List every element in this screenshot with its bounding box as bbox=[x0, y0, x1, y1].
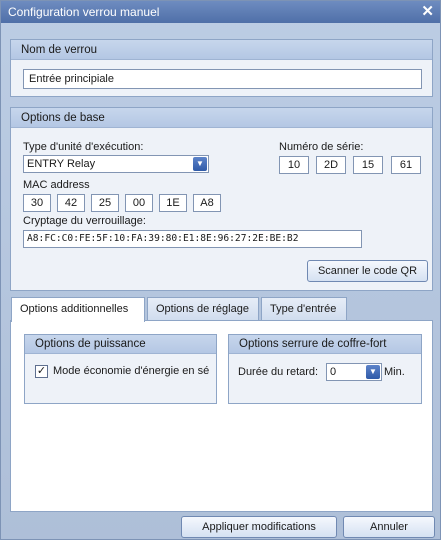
chevron-down-icon[interactable]: ▼ bbox=[193, 157, 207, 171]
eco-mode-label: Mode économie d'énergie en sé bbox=[53, 365, 210, 377]
serial-label: Numéro de série: bbox=[279, 141, 364, 153]
scan-qr-button[interactable]: Scanner le code QR bbox=[307, 260, 428, 282]
power-options-header: Options de puissance bbox=[25, 335, 216, 354]
crypto-label: Cryptage du verrouillage: bbox=[23, 215, 146, 227]
mac-label: MAC address bbox=[23, 179, 90, 191]
tab-entry-type[interactable]: Type d'entrée bbox=[261, 297, 347, 321]
delay-value: 0 bbox=[330, 366, 337, 378]
tab-content: Options de puissance ✓ Mode économie d'é… bbox=[10, 320, 433, 512]
base-options-panel: Options de base Type d'unité d'exécution… bbox=[10, 107, 433, 291]
lock-name-header: Nom de verrou bbox=[11, 40, 432, 60]
chevron-down-icon[interactable]: ▼ bbox=[366, 365, 380, 379]
tab-tuning-options[interactable]: Options de réglage bbox=[147, 297, 259, 321]
delay-label: Durée du retard: bbox=[238, 366, 319, 378]
unit-type-label: Type d'unité d'exécution: bbox=[23, 141, 144, 153]
eco-mode-checkbox[interactable]: ✓ bbox=[35, 365, 48, 378]
serial-field-1[interactable]: 10 bbox=[279, 156, 309, 174]
mac-field-5[interactable]: 1E bbox=[159, 194, 187, 212]
mac-field-3[interactable]: 25 bbox=[91, 194, 119, 212]
window-title: Configuration verrou manuel bbox=[8, 5, 160, 19]
unit-type-select[interactable]: ENTRY Relay ▼ bbox=[23, 155, 209, 173]
serial-field-3[interactable]: 15 bbox=[353, 156, 383, 174]
apply-changes-button[interactable]: Appliquer modifications bbox=[181, 516, 337, 538]
crypto-key-field[interactable]: A8:FC:C0:FE:5F:10:FA:39:80:E1:8E:96:27:2… bbox=[23, 230, 362, 248]
tab-additional-options[interactable]: Options additionnelles bbox=[11, 297, 145, 322]
safe-options-header: Options serrure de coffre-fort bbox=[229, 335, 421, 354]
mac-field-6[interactable]: A8 bbox=[193, 194, 221, 212]
safe-options-panel: Options serrure de coffre-fort Durée du … bbox=[228, 334, 422, 404]
delay-select[interactable]: 0 ▼ bbox=[326, 363, 382, 381]
serial-field-4[interactable]: 61 bbox=[391, 156, 421, 174]
mac-field-1[interactable]: 30 bbox=[23, 194, 51, 212]
mac-field-4[interactable]: 00 bbox=[125, 194, 153, 212]
unit-type-value: ENTRY Relay bbox=[27, 158, 96, 170]
lock-name-panel: Nom de verrou Entrée principiale bbox=[10, 39, 433, 97]
config-dialog: Configuration verrou manuel ✕ Nom de ver… bbox=[0, 0, 441, 540]
power-options-panel: Options de puissance ✓ Mode économie d'é… bbox=[24, 334, 217, 404]
close-icon[interactable]: ✕ bbox=[421, 1, 434, 23]
base-options-header: Options de base bbox=[11, 108, 432, 128]
mac-field-2[interactable]: 42 bbox=[57, 194, 85, 212]
cancel-button[interactable]: Annuler bbox=[343, 516, 435, 538]
serial-field-2[interactable]: 2D bbox=[316, 156, 346, 174]
title-bar: Configuration verrou manuel ✕ bbox=[1, 1, 440, 23]
delay-unit: Min. bbox=[384, 366, 405, 378]
lock-name-input[interactable]: Entrée principiale bbox=[23, 69, 422, 89]
